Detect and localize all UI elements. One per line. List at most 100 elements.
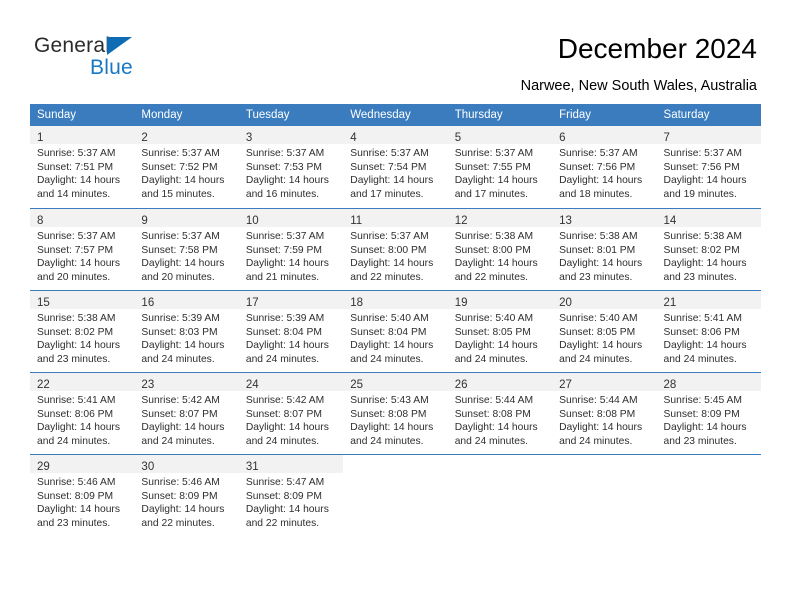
- day-number-band: 2: [134, 126, 239, 144]
- calendar-day[interactable]: 6 Sunrise: 5:37 AM Sunset: 7:56 PM Daylight…: [552, 126, 657, 208]
- day-sun-info: Sunrise: 5:47 AM Sunset: 8:09 PM Daylight:…: [239, 473, 343, 530]
- sunset-time: Sunset: 7:58 PM: [141, 244, 218, 256]
- daylight-duration-line-1: Daylight: 14 hours: [663, 422, 747, 434]
- calendar-day[interactable]: 23 Sunrise: 5:42 AM Sunset: 8:07 PM Dayligh…: [134, 372, 239, 454]
- calendar-day[interactable]: 21 Sunrise: 5:41 AM Sunset: 8:06 PM Dayligh…: [656, 290, 761, 372]
- sunset-time: Sunset: 8:08 PM: [454, 408, 531, 420]
- sunset-time: Sunset: 7:56 PM: [559, 161, 636, 173]
- day-number-band: 24: [238, 373, 344, 391]
- calendar-cell: 16 Sunrise: 5:39 AM Sunset: 8:03 PM Dayligh…: [134, 290, 239, 372]
- calendar-day[interactable]: 18 Sunrise: 5:40 AM Sunset: 8:04 PM Dayligh…: [343, 290, 448, 372]
- sunset-time: Sunset: 8:08 PM: [559, 408, 636, 420]
- calendar-day[interactable]: 22 Sunrise: 5:41 AM Sunset: 8:06 PM Dayligh…: [30, 372, 135, 454]
- calendar-day[interactable]: 13 Sunrise: 5:38 AM Sunset: 8:01 PM Dayligh…: [552, 208, 657, 290]
- daylight-duration-line-1: Daylight: 14 hours: [245, 340, 329, 352]
- day-number: 16: [141, 297, 155, 309]
- calendar-day[interactable]: 28 Sunrise: 5:45 AM Sunset: 8:09 PM Dayligh…: [656, 372, 761, 454]
- calendar-day[interactable]: 8 Sunrise: 5:37 AM Sunset: 7:57 PM Daylight…: [30, 208, 135, 290]
- day-number-band: 26: [447, 373, 553, 391]
- calendar-day[interactable]: 31 Sunrise: 5:47 AM Sunset: 8:09 PM Dayligh…: [238, 454, 344, 536]
- day-sun-info: Sunrise: 5:42 AM Sunset: 8:07 PM Daylight:…: [239, 391, 343, 448]
- daylight-duration-line-2: and 22 minutes.: [350, 271, 424, 283]
- calendar-day[interactable]: 4 Sunrise: 5:37 AM Sunset: 7:54 PM Daylight…: [343, 126, 448, 208]
- calendar-cell: 23 Sunrise: 5:42 AM Sunset: 8:07 PM Dayligh…: [134, 372, 239, 454]
- day-number: 15: [37, 297, 50, 309]
- calendar-day[interactable]: 7 Sunrise: 5:37 AM Sunset: 7:56 PM Daylight…: [656, 126, 761, 208]
- calendar-day[interactable]: 27 Sunrise: 5:44 AM Sunset: 8:08 PM Dayligh…: [552, 372, 657, 454]
- sunrise-time: Sunrise: 5:37 AM: [245, 148, 325, 159]
- day-number: 17: [245, 297, 259, 309]
- day-number: 14: [663, 215, 677, 227]
- calendar-day[interactable]: 29 Sunrise: 5:46 AM Sunset: 8:09 PM Dayligh…: [30, 454, 135, 536]
- calendar-day[interactable]: 20 Sunrise: 5:40 AM Sunset: 8:05 PM Dayligh…: [552, 290, 657, 372]
- day-sun-info: Sunrise: 5:46 AM Sunset: 8:09 PM Daylight:…: [134, 473, 238, 530]
- daylight-duration-line-2: and 23 minutes.: [663, 271, 737, 283]
- calendar-body: 1 Sunrise: 5:37 AM Sunset: 7:51 PM Daylight…: [30, 126, 761, 536]
- day-number-band: 3: [238, 126, 344, 144]
- calendar-cell: 25 Sunrise: 5:43 AM Sunset: 8:08 PM Dayligh…: [343, 372, 448, 454]
- sunset-time: Sunset: 7:52 PM: [141, 161, 218, 173]
- calendar-cell: 15 Sunrise: 5:38 AM Sunset: 8:02 PM Dayligh…: [30, 290, 135, 372]
- calendar-day[interactable]: 16 Sunrise: 5:39 AM Sunset: 8:03 PM Dayligh…: [134, 290, 239, 372]
- column-header-tuesday: Tuesday: [238, 104, 344, 126]
- calendar-day[interactable]: 25 Sunrise: 5:43 AM Sunset: 8:08 PM Dayligh…: [343, 372, 448, 454]
- calendar-day[interactable]: 10 Sunrise: 5:37 AM Sunset: 7:59 PM Dayligh…: [238, 208, 344, 290]
- sunset-time: Sunset: 8:00 PM: [454, 244, 531, 256]
- sunset-time: Sunset: 8:06 PM: [663, 326, 740, 338]
- calendar-day[interactable]: 12 Sunrise: 5:38 AM Sunset: 8:00 PM Dayligh…: [447, 208, 553, 290]
- day-number: 1: [37, 132, 44, 144]
- calendar-day[interactable]: 15 Sunrise: 5:38 AM Sunset: 8:02 PM Dayligh…: [30, 290, 135, 372]
- sunrise-time: Sunrise: 5:42 AM: [141, 395, 220, 406]
- daylight-duration-line-2: and 20 minutes.: [141, 271, 215, 283]
- calendar-day[interactable]: 2 Sunrise: 5:37 AM Sunset: 7:52 PM Daylight…: [134, 126, 239, 208]
- day-sun-info: Sunrise: 5:40 AM Sunset: 8:04 PM Daylight:…: [343, 309, 447, 366]
- calendar-day[interactable]: 11 Sunrise: 5:37 AM Sunset: 8:00 PM Dayligh…: [343, 208, 448, 290]
- calendar-day[interactable]: 14 Sunrise: 5:38 AM Sunset: 8:02 PM Dayligh…: [656, 208, 761, 290]
- calendar-cell: 22 Sunrise: 5:41 AM Sunset: 8:06 PM Dayligh…: [30, 372, 135, 454]
- calendar-day[interactable]: 17 Sunrise: 5:39 AM Sunset: 8:04 PM Dayligh…: [238, 290, 344, 372]
- daylight-duration-line-2: and 21 minutes.: [245, 271, 320, 283]
- day-number: 21: [663, 297, 677, 309]
- daylight-duration-line-2: and 22 minutes.: [141, 517, 215, 529]
- daylight-duration-line-2: and 24 minutes.: [350, 435, 424, 447]
- day-number-band: 21: [656, 291, 761, 309]
- calendar-cell: 21 Sunrise: 5:41 AM Sunset: 8:06 PM Dayligh…: [656, 290, 761, 372]
- calendar-day[interactable]: 19 Sunrise: 5:40 AM Sunset: 8:05 PM Dayligh…: [447, 290, 553, 372]
- page-header: General Blue December 2024 Narwee, New S…: [0, 0, 792, 96]
- sunset-time: Sunset: 8:09 PM: [663, 408, 740, 420]
- daylight-duration-line-2: and 24 minutes.: [245, 435, 320, 447]
- daylight-duration-line-1: Daylight: 14 hours: [245, 258, 329, 270]
- day-sun-info: Sunrise: 5:37 AM Sunset: 8:00 PM Daylight:…: [343, 227, 447, 284]
- day-number: 25: [350, 379, 364, 391]
- sunrise-time: Sunrise: 5:42 AM: [245, 395, 325, 406]
- daylight-duration-line-1: Daylight: 14 hours: [559, 340, 643, 352]
- calendar-cell: 3 Sunrise: 5:37 AM Sunset: 7:53 PM Daylight…: [238, 126, 344, 208]
- calendar-week-row: 8 Sunrise: 5:37 AM Sunset: 7:57 PM Daylight…: [30, 208, 761, 290]
- daylight-duration-line-2: and 17 minutes.: [350, 188, 424, 200]
- calendar-day[interactable]: 9 Sunrise: 5:37 AM Sunset: 7:58 PM Daylight…: [134, 208, 239, 290]
- calendar-day[interactable]: 30 Sunrise: 5:46 AM Sunset: 8:09 PM Dayligh…: [134, 454, 239, 536]
- calendar-cell: 12 Sunrise: 5:38 AM Sunset: 8:00 PM Dayligh…: [447, 208, 553, 290]
- calendar-day[interactable]: 26 Sunrise: 5:44 AM Sunset: 8:08 PM Dayligh…: [447, 372, 553, 454]
- day-number-band: 22: [30, 373, 135, 391]
- daylight-duration-line-2: and 23 minutes.: [663, 435, 737, 447]
- calendar-day[interactable]: 3 Sunrise: 5:37 AM Sunset: 7:53 PM Daylight…: [238, 126, 344, 208]
- daylight-duration-line-2: and 24 minutes.: [245, 353, 320, 365]
- daylight-duration-line-2: and 23 minutes.: [37, 517, 111, 529]
- column-header-wednesday: Wednesday: [343, 104, 448, 126]
- daylight-duration-line-1: Daylight: 14 hours: [350, 258, 434, 270]
- sunrise-time: Sunrise: 5:45 AM: [663, 395, 742, 406]
- calendar-cell: [552, 454, 657, 536]
- day-sun-info: Sunrise: 5:38 AM Sunset: 8:02 PM Daylight:…: [30, 309, 134, 366]
- calendar-cell: 5 Sunrise: 5:37 AM Sunset: 7:55 PM Daylight…: [447, 126, 553, 208]
- calendar-day[interactable]: 24 Sunrise: 5:42 AM Sunset: 8:07 PM Dayligh…: [238, 372, 344, 454]
- sunrise-time: Sunrise: 5:37 AM: [141, 231, 220, 242]
- calendar-cell: 1 Sunrise: 5:37 AM Sunset: 7:51 PM Daylight…: [30, 126, 135, 208]
- day-sun-info: Sunrise: 5:37 AM Sunset: 7:56 PM Daylight:…: [552, 144, 656, 201]
- calendar-table: Sunday Monday Tuesday Wednesday Thursday…: [30, 104, 761, 536]
- calendar-day[interactable]: 1 Sunrise: 5:37 AM Sunset: 7:51 PM Daylight…: [30, 126, 135, 208]
- sunrise-time: Sunrise: 5:39 AM: [245, 313, 325, 324]
- column-header-monday: Monday: [134, 104, 239, 126]
- calendar-day[interactable]: 5 Sunrise: 5:37 AM Sunset: 7:55 PM Daylight…: [447, 126, 553, 208]
- day-number: 18: [350, 297, 364, 309]
